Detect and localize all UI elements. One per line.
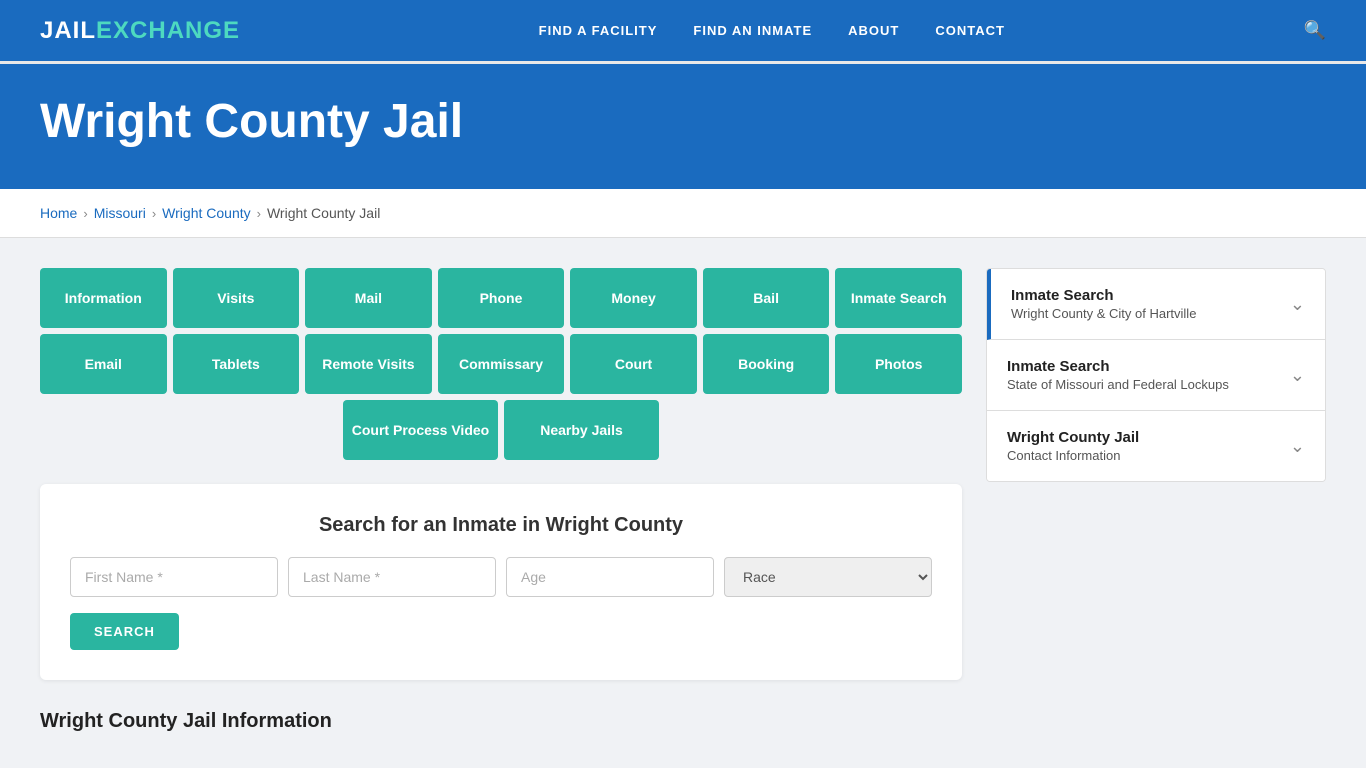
sidebar-item-contact-info[interactable]: Wright County Jail Contact Information ⌄ (987, 411, 1325, 481)
btn-phone[interactable]: Phone (438, 268, 565, 328)
navbar: JAILEXCHANGE FIND A FACILITY FIND AN INMA… (0, 0, 1366, 64)
btn-mail[interactable]: Mail (305, 268, 432, 328)
sidebar-item-subtitle: State of Missouri and Federal Lockups (1007, 377, 1229, 392)
search-panel: Search for an Inmate in Wright County Ra… (40, 484, 962, 680)
right-sidebar: Inmate Search Wright County & City of Har… (986, 268, 1326, 482)
logo-jail: JAIL (40, 17, 96, 45)
button-grid-row1: InformationVisitsMailPhoneMoneyBailInmat… (40, 268, 962, 328)
race-select[interactable]: RaceWhiteBlackHispanicAsianOther (724, 557, 932, 597)
btn-bail[interactable]: Bail (703, 268, 830, 328)
btn-email[interactable]: Email (40, 334, 167, 394)
btn-booking[interactable]: Booking (703, 334, 830, 394)
page-title: Wright County Jail (40, 94, 1326, 149)
search-icon[interactable]: 🔍 (1304, 20, 1326, 41)
sidebar-item-subtitle: Wright County & City of Hartville (1011, 306, 1196, 321)
nav-link-about[interactable]: ABOUT (848, 23, 899, 38)
breadcrumb-sep: › (152, 206, 156, 221)
btn-photos[interactable]: Photos (835, 334, 962, 394)
nav-links: FIND A FACILITY FIND AN INMATE ABOUT CONTAC… (539, 23, 1005, 38)
chevron-down-icon: ⌄ (1290, 365, 1305, 386)
nav-link-find-facility[interactable]: FIND A FACILITY (539, 23, 658, 38)
sidebar-item-inmate-search-wright[interactable]: Inmate Search Wright County & City of Har… (987, 269, 1325, 340)
sidebar-item-inmate-search-missouri[interactable]: Inmate Search State of Missouri and Feder… (987, 340, 1325, 411)
sidebar-item-title: Wright County Jail (1007, 429, 1139, 446)
breadcrumb-sep: › (83, 206, 87, 221)
button-grid-row2: EmailTabletsRemote VisitsCommissaryCourt… (40, 334, 962, 394)
site-logo[interactable]: JAILEXCHANGE (40, 17, 240, 45)
last-name-input[interactable] (288, 557, 496, 597)
btn-remote-visits[interactable]: Remote Visits (305, 334, 432, 394)
btn-commissary[interactable]: Commissary (438, 334, 565, 394)
nav-link-contact[interactable]: CONTACT (935, 23, 1005, 38)
section-heading: Wright County Jail Information (40, 700, 962, 733)
btn-visits[interactable]: Visits (173, 268, 300, 328)
age-input[interactable] (506, 557, 714, 597)
btn-nearby-jails[interactable]: Nearby Jails (504, 400, 659, 460)
left-column: InformationVisitsMailPhoneMoneyBailInmat… (40, 268, 962, 733)
breadcrumb-home[interactable]: Home (40, 205, 77, 221)
logo-exchange: EXCHANGE (96, 17, 240, 45)
btn-court[interactable]: Court (570, 334, 697, 394)
main-content: InformationVisitsMailPhoneMoneyBailInmat… (0, 238, 1366, 763)
chevron-down-icon: ⌄ (1290, 294, 1305, 315)
breadcrumb-wright-county[interactable]: Wright County (162, 205, 250, 221)
button-grid-row3: Court Process VideoNearby Jails (40, 400, 962, 460)
btn-inmate-search[interactable]: Inmate Search (835, 268, 962, 328)
search-fields: RaceWhiteBlackHispanicAsianOther (70, 557, 932, 597)
btn-information[interactable]: Information (40, 268, 167, 328)
sidebar-item-title: Inmate Search (1011, 287, 1196, 304)
sidebar-item-subtitle: Contact Information (1007, 448, 1139, 463)
breadcrumb-current: Wright County Jail (267, 205, 380, 221)
breadcrumb: Home › Missouri › Wright County › Wright Count… (0, 189, 1366, 238)
first-name-input[interactable] (70, 557, 278, 597)
breadcrumb-missouri[interactable]: Missouri (94, 205, 146, 221)
breadcrumb-sep: › (257, 206, 261, 221)
btn-court-process-video[interactable]: Court Process Video (343, 400, 498, 460)
hero-section: Wright County Jail (0, 64, 1366, 189)
search-button[interactable]: SEARCH (70, 613, 179, 650)
nav-link-find-inmate[interactable]: FIND AN INMATE (693, 23, 812, 38)
search-heading: Search for an Inmate in Wright County (70, 514, 932, 537)
sidebar-item-title: Inmate Search (1007, 358, 1229, 375)
chevron-down-icon: ⌄ (1290, 436, 1305, 457)
btn-tablets[interactable]: Tablets (173, 334, 300, 394)
btn-money[interactable]: Money (570, 268, 697, 328)
